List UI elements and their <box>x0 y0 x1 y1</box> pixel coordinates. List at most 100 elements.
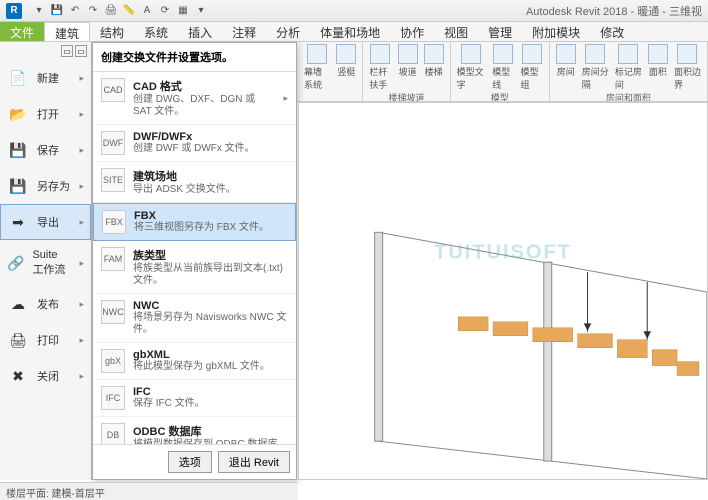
export-item-title: gbXML <box>133 349 288 361</box>
tab-structure[interactable]: 结构 <box>90 22 134 41</box>
qat-print-icon[interactable]: 🖨 <box>104 4 118 18</box>
file-menu-item[interactable]: 💾保存▸ <box>0 132 91 168</box>
export-item[interactable]: CAD CAD 格式创建 DWG、DXF、DGN 或 SAT 文件。 ▸ <box>93 72 296 125</box>
ribbon-button-label: 幕墙系统 <box>304 65 330 91</box>
ribbon-button[interactable]: 楼梯 <box>424 44 444 91</box>
export-item[interactable]: NWCNWC将场景另存为 Navisworks NWC 文件。 <box>93 294 296 343</box>
submenu-arrow-icon: ▸ <box>79 145 84 156</box>
export-submenu: 创建交换文件并设置选项。 CADCAD 格式创建 DWG、DXF、DGN 或 S… <box>92 42 297 480</box>
ribbon-icon <box>336 44 356 64</box>
ribbon-button[interactable]: 栏杆扶手 <box>369 44 391 91</box>
ribbon-button[interactable]: 模型组 <box>521 44 543 91</box>
export-item-icon: CAD <box>101 78 125 102</box>
qat-redo-icon[interactable]: ↷ <box>86 4 100 18</box>
export-item-desc: 将三维视图另存为 FBX 文件。 <box>134 222 287 234</box>
export-item-icon: NWC <box>101 300 125 324</box>
qat-undo-icon[interactable]: ↶ <box>68 4 82 18</box>
file-menu-icon: 🔗 <box>7 254 24 272</box>
ribbon-button[interactable]: 模型线 <box>492 44 514 91</box>
qat-open-icon[interactable]: ▾ <box>32 4 46 18</box>
tab-file[interactable]: 文件 <box>0 22 44 41</box>
file-menu-item[interactable]: 📂打开▸ <box>0 96 91 132</box>
recent-docs-icon[interactable]: ▭ <box>61 45 73 57</box>
tab-annotate[interactable]: 注释 <box>222 22 266 41</box>
file-menu-label: 关闭 <box>37 368 59 384</box>
file-menu-icon: ✖ <box>7 367 29 385</box>
ribbon-button[interactable]: 房间分隔 <box>582 44 609 91</box>
tab-massing[interactable]: 体量和场地 <box>310 22 390 41</box>
ribbon-button-label: 坡道 <box>399 65 417 78</box>
ribbon-button[interactable]: 模型文字 <box>457 44 487 91</box>
export-item-desc: 将场景另存为 Navisworks NWC 文件。 <box>133 312 288 336</box>
ribbon-button-label: 标记房间 <box>615 65 642 91</box>
export-item-title: CAD 格式 <box>133 78 275 94</box>
file-menu-item[interactable]: ➡导出▸ <box>0 204 91 240</box>
exit-revit-button[interactable]: 退出 Revit <box>218 451 290 473</box>
export-item[interactable]: FAM族类型将族类型从当前族导出到文本(.txt)文件。 <box>93 241 296 294</box>
tab-insert[interactable]: 插入 <box>178 22 222 41</box>
export-item-icon: FBX <box>102 210 126 234</box>
options-button[interactable]: 选项 <box>168 451 212 473</box>
export-item-title: ODBC 数据库 <box>133 423 288 439</box>
ribbon-icon <box>522 44 542 64</box>
export-item-desc: 创建 DWG、DXF、DGN 或 SAT 文件。 <box>133 94 275 118</box>
ribbon-button[interactable]: 坡道 <box>398 44 418 91</box>
qat-more-icon[interactable]: ▾ <box>194 4 208 18</box>
submenu-arrow-icon: ▸ <box>283 93 288 104</box>
export-item[interactable]: IFCIFC保存 IFC 文件。 <box>93 380 296 417</box>
submenu-arrow-icon: ▸ <box>79 258 84 269</box>
ribbon-icon <box>398 44 418 64</box>
export-item[interactable]: SITE建筑场地导出 ADSK 交换文件。 <box>93 162 296 203</box>
file-menu-item[interactable]: 🖨打印▸ <box>0 322 91 358</box>
ribbon-icon <box>556 44 576 64</box>
ribbon-button-label: 面积 <box>649 65 667 78</box>
file-menu-item[interactable]: 🔗Suite 工作流▸ <box>0 240 91 286</box>
qat-measure-icon[interactable]: 📏 <box>122 4 136 18</box>
app-logo: R <box>6 3 22 19</box>
tab-view[interactable]: 视图 <box>434 22 478 41</box>
submenu-arrow-icon: ▸ <box>79 217 84 228</box>
export-item-icon: DB <box>101 423 125 444</box>
tab-systems[interactable]: 系统 <box>134 22 178 41</box>
tab-collaborate[interactable]: 协作 <box>390 22 434 41</box>
ribbon-button[interactable]: 面积 <box>648 44 668 91</box>
file-menu-item[interactable]: ☁发布▸ <box>0 286 91 322</box>
ribbon-button[interactable]: 竖梃 <box>336 44 356 91</box>
tab-analyze[interactable]: 分析 <box>266 22 310 41</box>
file-menu-item[interactable]: 💾另存为▸ <box>0 168 91 204</box>
qat-view-icon[interactable]: ▦ <box>176 4 190 18</box>
viewport-3d[interactable]: TUITUISOFT <box>298 102 708 480</box>
export-item[interactable]: DBODBC 数据库将模型数据保存到 ODBC 数据库。 <box>93 417 296 444</box>
ribbon-button[interactable]: 面积边界 <box>674 44 701 91</box>
ribbon-button[interactable]: 房间 <box>556 44 576 91</box>
export-item-icon: FAM <box>101 247 125 271</box>
export-item[interactable]: FBXFBX将三维视图另存为 FBX 文件。 <box>93 203 296 241</box>
tab-addins[interactable]: 附加模块 <box>522 22 590 41</box>
file-menu-icon: ☁ <box>7 295 29 313</box>
tab-modify[interactable]: 修改 <box>590 22 634 41</box>
export-item-title: DWF/DWFx <box>133 131 288 143</box>
qat-sync-icon[interactable]: ⟳ <box>158 4 172 18</box>
ribbon-button[interactable]: 幕墙系统 <box>304 44 330 91</box>
file-menu-icon: 💾 <box>7 177 29 195</box>
export-item-title: NWC <box>133 300 288 312</box>
ribbon-button[interactable]: 标记房间 <box>615 44 642 91</box>
file-menu-label: 新建 <box>37 70 59 86</box>
status-bar: 楼层平面: 建模-首层平 <box>0 482 298 500</box>
ribbon-group-label: 模型 <box>491 91 509 102</box>
tab-manage[interactable]: 管理 <box>478 22 522 41</box>
export-item[interactable]: DWFDWF/DWFx创建 DWF 或 DWFx 文件。 <box>93 125 296 162</box>
recent-places-icon[interactable]: ▭ <box>75 45 87 57</box>
qat-save-icon[interactable]: 💾 <box>50 4 64 18</box>
ribbon-icon <box>677 44 697 64</box>
ribbon-icon <box>424 44 444 64</box>
ribbon-button-label: 面积边界 <box>674 65 701 91</box>
ribbon-group: 栏杆扶手坡道楼梯楼梯坡道 <box>363 42 450 101</box>
tab-architecture[interactable]: 建筑 <box>44 22 90 41</box>
file-menu-item[interactable]: ✖关闭▸ <box>0 358 91 394</box>
ribbon-icon <box>370 44 390 64</box>
export-item[interactable]: gbXgbXML将此模型保存为 gbXML 文件。 <box>93 343 296 380</box>
file-menu-item[interactable]: 📄新建▸ <box>0 60 91 96</box>
ribbon-group: 模型文字模型线模型组模型 <box>451 42 550 101</box>
qat-text-icon[interactable]: A <box>140 4 154 18</box>
